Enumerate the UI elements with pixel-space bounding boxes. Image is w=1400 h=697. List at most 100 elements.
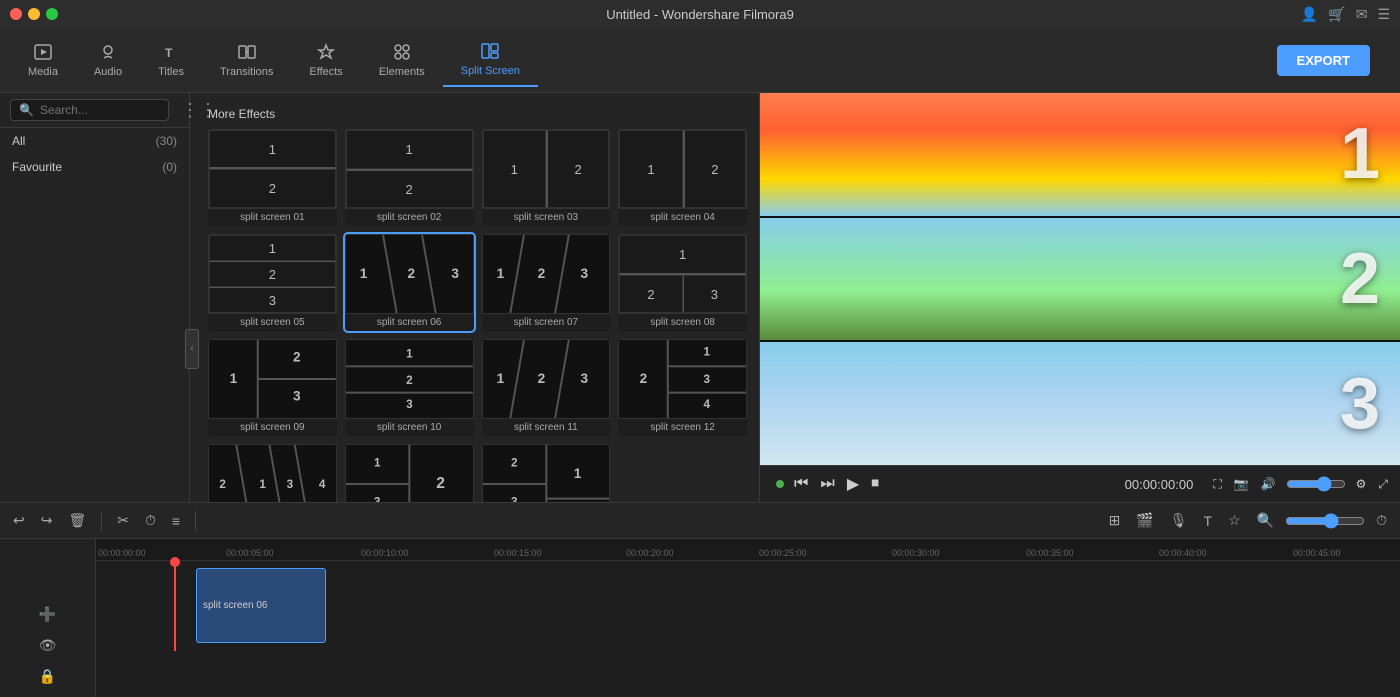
- maximize-button[interactable]: [46, 8, 58, 20]
- menu-icon[interactable]: ☰: [1377, 6, 1390, 23]
- rewind-button[interactable]: ⏮: [792, 473, 810, 495]
- app-body: Media Audio T Titles Transitions Effects…: [0, 28, 1400, 697]
- tab-effects[interactable]: Effects: [291, 34, 360, 86]
- ss12-card[interactable]: 2 1 3 4 split screen 12: [618, 339, 747, 436]
- svg-text:3: 3: [406, 398, 413, 411]
- tick-5: 00:00:25:00: [759, 548, 807, 558]
- play-button[interactable]: ▶: [845, 472, 861, 496]
- undo-button[interactable]: ↩: [8, 509, 30, 532]
- tick-8: 00:00:40:00: [1159, 548, 1207, 558]
- svg-text:2: 2: [537, 266, 545, 281]
- time-ruler: 00:00:00:00 00:00:05:00 00:00:10:00 00:0…: [96, 539, 1400, 561]
- ss06-card[interactable]: 1 2 3 split screen 06: [345, 234, 474, 331]
- preview-number-2: 2: [1340, 238, 1380, 320]
- zoom-in-btn[interactable]: ⏱: [1371, 509, 1392, 532]
- tab-transitions[interactable]: Transitions: [202, 34, 291, 86]
- media-btn[interactable]: 🎬: [1131, 509, 1158, 532]
- add-media-button[interactable]: ➕: [0, 602, 95, 627]
- delete-button[interactable]: 🗑: [63, 509, 91, 532]
- account-icon[interactable]: 👤: [1301, 6, 1318, 23]
- stop-button[interactable]: ⏹: [869, 473, 881, 495]
- ss05-card[interactable]: 1 2 3 split screen 05: [208, 234, 337, 331]
- ss07-card[interactable]: 1 2 3 split screen 07: [482, 234, 611, 331]
- tick-6: 00:00:30:00: [892, 548, 940, 558]
- step-back-button[interactable]: ⏭: [818, 473, 836, 495]
- search-input[interactable]: [40, 103, 160, 117]
- svg-text:T: T: [165, 46, 173, 60]
- ss11-card[interactable]: 1 2 3 split screen 11: [482, 339, 611, 436]
- collapse-panel-button[interactable]: ‹: [185, 329, 199, 369]
- sticker-btn[interactable]: ☆: [1223, 509, 1246, 532]
- mail-icon[interactable]: ✉: [1356, 6, 1368, 23]
- volume-slider[interactable]: [1286, 476, 1346, 492]
- timeline-main: 00:00:00:00 00:00:05:00 00:00:10:00 00:0…: [96, 539, 1400, 697]
- svg-text:3: 3: [580, 371, 588, 386]
- svg-text:3: 3: [293, 388, 301, 403]
- redo-button[interactable]: ↪: [36, 509, 58, 532]
- ss02-card[interactable]: 1 2 split screen 02: [345, 129, 474, 226]
- ss13-card[interactable]: 2 1 3 4 split screen 13: [208, 444, 337, 502]
- audio-btn[interactable]: 🎙: [1165, 509, 1193, 532]
- screenshot-button[interactable]: 📷: [1232, 475, 1251, 493]
- cut-button[interactable]: ✂: [112, 509, 134, 532]
- svg-text:4: 4: [574, 501, 581, 502]
- tab-audio[interactable]: Audio: [76, 34, 140, 86]
- filter-all-count: (30): [156, 134, 177, 148]
- ss08-card[interactable]: 1 2 3 split screen 08: [618, 234, 747, 331]
- volume-button[interactable]: 🔊: [1259, 475, 1278, 493]
- tick-7: 00:00:35:00: [1026, 548, 1074, 558]
- tab-media[interactable]: Media: [10, 34, 76, 86]
- ss05-label: split screen 05: [208, 314, 337, 331]
- minimize-button[interactable]: [28, 8, 40, 20]
- lock-button[interactable]: 🔒: [0, 664, 95, 689]
- cart-icon[interactable]: 🛒: [1328, 6, 1345, 23]
- tab-titles[interactable]: T Titles: [140, 34, 202, 86]
- svg-text:4: 4: [319, 478, 326, 491]
- preview-segment-1: 1: [760, 93, 1400, 216]
- svg-text:2: 2: [436, 475, 445, 492]
- ss09-card[interactable]: 1 2 3 split screen 09: [208, 339, 337, 436]
- track-clip[interactable]: split screen 06: [196, 568, 326, 643]
- tick-4: 00:00:20:00: [626, 548, 674, 558]
- ss01-card[interactable]: 1 2 split screen 01: [208, 129, 337, 226]
- tab-elements[interactable]: Elements: [361, 34, 443, 86]
- ss03-label: split screen 03: [482, 209, 611, 226]
- playhead[interactable]: [174, 561, 176, 651]
- ss03-card[interactable]: 1 2 split screen 03: [482, 129, 611, 226]
- expand-button[interactable]: ⤢: [1376, 475, 1390, 494]
- ss12-label: split screen 12: [618, 419, 747, 436]
- filter-favourite-label: Favourite: [12, 160, 62, 174]
- ss04-card[interactable]: 1 2 split screen 04: [618, 129, 747, 226]
- close-button[interactable]: [10, 8, 22, 20]
- settings-button[interactable]: ⚙: [1354, 475, 1369, 493]
- search-bar[interactable]: 🔍: [10, 99, 169, 121]
- crop-button[interactable]: ⏱: [140, 509, 161, 532]
- fullscreen-button[interactable]: ⛶: [1211, 475, 1223, 494]
- titlebar: Untitled - Wondershare Filmora9 👤 🛒 ✉ ☰: [0, 0, 1400, 28]
- tab-split-screen[interactable]: Split Screen: [443, 33, 538, 87]
- ss10-card[interactable]: 1 2 3 split screen 10: [345, 339, 474, 436]
- timeline-track: split screen 06: [96, 561, 1400, 651]
- preview-number-1: 1: [1340, 113, 1380, 195]
- titlebar-icons: 👤 🛒 ✉ ☰: [1301, 6, 1390, 23]
- zoom-slider[interactable]: [1285, 513, 1365, 529]
- filter-all[interactable]: All (30): [0, 128, 189, 154]
- eye-button[interactable]: 👁: [0, 633, 95, 658]
- text-btn[interactable]: T: [1199, 510, 1218, 532]
- filter-favourite[interactable]: Favourite (0): [0, 154, 189, 180]
- track-settings-button[interactable]: ⊞: [1104, 509, 1126, 532]
- ss10-label: split screen 10: [345, 419, 474, 436]
- left-panel: 🔍 ⋮⋮ All (30) Favourite (0) ‹: [0, 93, 760, 502]
- window-controls[interactable]: [10, 8, 58, 20]
- time-display: 00:00:00:00: [1125, 477, 1194, 492]
- split-screen-grid: 1 2 split screen 01 1 2: [204, 125, 751, 502]
- svg-text:1: 1: [230, 371, 238, 386]
- ss15-card[interactable]: 2 3 1 4 split screen 15: [482, 444, 611, 502]
- svg-text:4: 4: [704, 398, 711, 411]
- zoom-out-btn[interactable]: 🔍: [1252, 509, 1279, 532]
- ss14-card[interactable]: 1 3 2 4 split screen 14: [345, 444, 474, 502]
- export-button[interactable]: EXPORT: [1277, 45, 1370, 76]
- filter-all-label: All: [12, 134, 25, 148]
- adjust-button[interactable]: ≡: [167, 510, 185, 532]
- preview-segment-3: 3: [760, 340, 1400, 465]
